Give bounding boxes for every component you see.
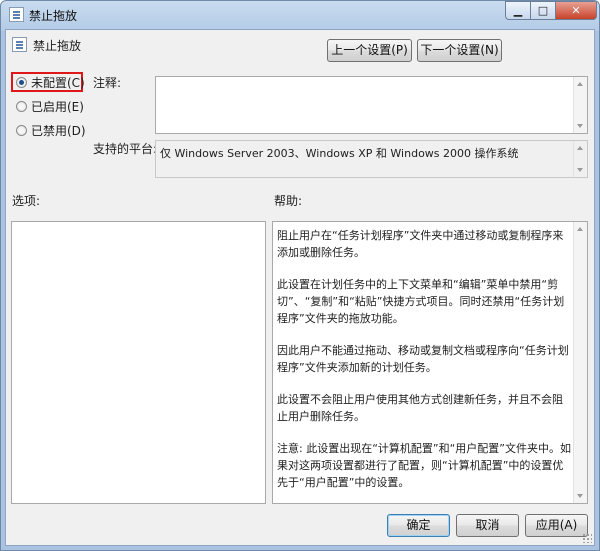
radio-enabled[interactable]: 已启用(E) (16, 97, 84, 115)
dialog-content: 禁止拖放 上一个设置(P) 下一个设置(N) 未配置(C) 已启用(E) 已禁用… (5, 29, 595, 546)
supported-on-label: 支持的平台: (93, 142, 158, 156)
window-title: 禁止拖放 (29, 9, 78, 23)
comment-textarea[interactable] (155, 76, 588, 134)
policy-icon (9, 7, 24, 22)
radio-label: 已启用(E) (31, 99, 84, 114)
radio-label: 已禁用(D) (31, 123, 86, 138)
apply-button[interactable]: 应用(A) (525, 514, 588, 537)
cancel-button[interactable]: 取消 (456, 514, 519, 537)
help-scrollbar[interactable] (573, 222, 587, 503)
ok-button[interactable]: 确定 (387, 514, 450, 537)
radio-button[interactable] (16, 100, 27, 112)
options-pane (11, 221, 266, 504)
policy-name: 禁止拖放 (33, 39, 82, 53)
close-icon[interactable]: ✕ (555, 1, 597, 20)
supported-on-field: 仅 Windows Server 2003、Windows XP 和 Windo… (155, 140, 588, 178)
scroll-down-icon[interactable] (577, 494, 583, 498)
help-paragraph: 注意: 此设置出现在“计算机配置”和“用户配置”文件夹中。如果对这两项设置都进行… (277, 442, 571, 489)
prev-setting-button[interactable]: 上一个设置(P) (327, 39, 412, 62)
radio-label: 未配置(C) (31, 75, 85, 90)
scroll-up-icon[interactable] (577, 227, 583, 231)
help-paragraph: 阻止用户在“任务计划程序”文件夹中通过移动或复制程序来添加或删除任务。 (277, 229, 564, 259)
maximize-icon[interactable]: □ (530, 1, 556, 20)
help-label: 帮助: (274, 194, 303, 208)
comment-scrollbar[interactable] (573, 77, 587, 133)
help-pane: 阻止用户在“任务计划程序”文件夹中通过移动或复制程序来添加或删除任务。 此设置在… (272, 221, 588, 504)
options-label: 选项: (12, 194, 41, 208)
help-paragraph: 因此用户不能通过拖动、移动或复制文档或程序向“任务计划程序”文件夹添加新的计划任… (277, 344, 569, 374)
scroll-up-icon[interactable] (577, 82, 583, 86)
supported-scrollbar[interactable] (573, 141, 587, 177)
radio-button[interactable] (16, 124, 27, 136)
help-text: 阻止用户在“任务计划程序”文件夹中通过移动或复制程序来添加或删除任务。 此设置在… (277, 227, 573, 506)
comment-label: 注释: (93, 76, 122, 90)
help-paragraph: 此设置不会阻止用户使用其他方式创建新任务，并且不会阻止用户删除任务。 (277, 393, 563, 423)
policy-dialog-window: 禁止拖放 ▁ □ ✕ 禁止拖放 上一个设置(P) 下一个设置(N) 未配置(C)… (0, 0, 600, 551)
help-paragraph: 此设置在计划任务中的上下文菜单和“编辑”菜单中禁用“剪切”、“复制”和“粘贴”快… (277, 278, 565, 325)
radio-button[interactable] (16, 76, 27, 88)
scroll-down-icon[interactable] (577, 168, 583, 172)
title-bar[interactable]: 禁止拖放 ▁ □ ✕ (1, 1, 599, 29)
scroll-up-icon[interactable] (577, 146, 583, 150)
next-setting-button[interactable]: 下一个设置(N) (417, 39, 502, 62)
policy-header-icon (12, 37, 27, 52)
scroll-down-icon[interactable] (577, 124, 583, 128)
radio-disabled[interactable]: 已禁用(D) (16, 121, 86, 139)
minimize-icon[interactable]: ▁ (505, 1, 531, 20)
resize-grip-icon[interactable] (582, 533, 592, 543)
radio-not-configured[interactable]: 未配置(C) (16, 73, 85, 91)
supported-on-text: 仅 Windows Server 2003、Windows XP 和 Windo… (160, 147, 519, 160)
